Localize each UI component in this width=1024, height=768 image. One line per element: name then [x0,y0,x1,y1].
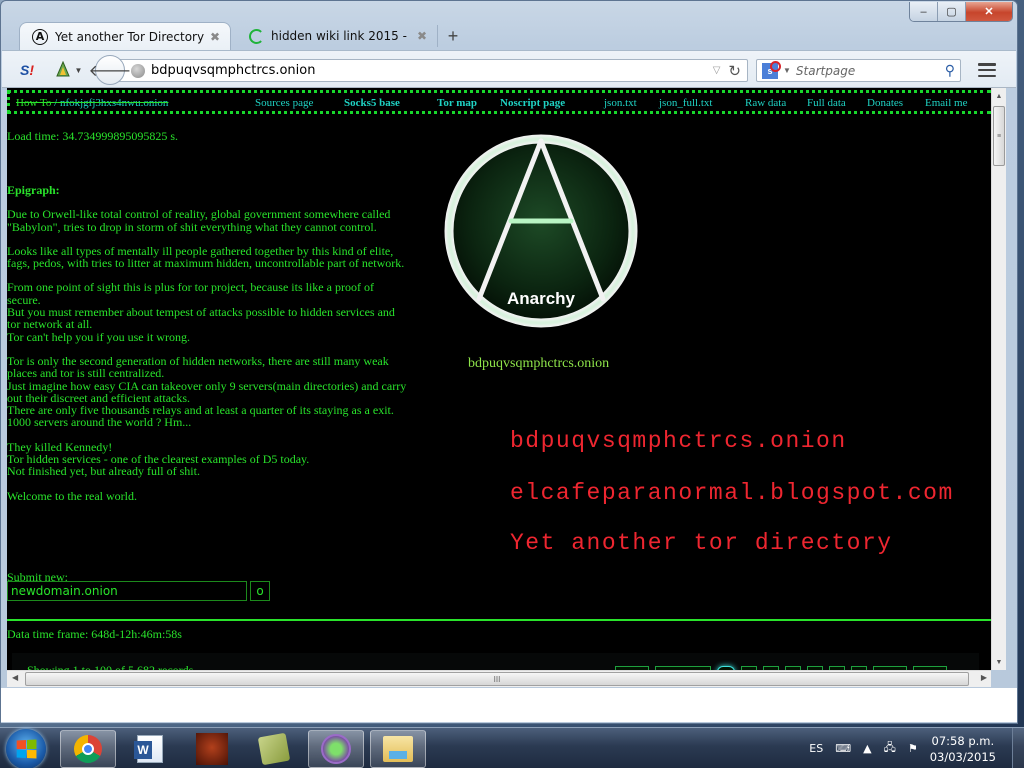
reload-icon[interactable]: ↻ [728,62,741,80]
nav-link-noscript-page[interactable]: Noscript page [500,97,565,109]
nav-link-socks5-base[interactable]: Socks5 base [344,97,400,109]
nav-link-json-full-txt[interactable]: json_full.txt [659,97,712,109]
history-dropdown-icon[interactable]: ▽ [713,65,721,76]
nav-link-raw-data[interactable]: Raw data [745,97,786,109]
tab-close-icon[interactable]: ✖ [417,29,427,43]
loading-spinner-icon [249,28,264,44]
startpage-logo-icon[interactable]: s [762,60,781,79]
search-bar[interactable]: s ▼ Startpage ⚲ [756,59,961,82]
tab-strip: A Yet another Tor Directory /... ✖ hidde… [19,21,468,50]
noscript-addon-icon[interactable]: ▼ [52,60,84,80]
folder-icon [383,736,413,762]
show-hidden-icons-icon[interactable]: ▲ [863,742,871,755]
hamburger-menu-icon[interactable] [976,61,998,79]
nav-link-json-txt[interactable]: json.txt [604,97,637,109]
clock-date: 03/03/2015 [929,749,996,764]
showing-records: Showing 1 to 100 of 5,682 records [27,663,194,670]
action-center-flag-icon[interactable]: ⚑ [908,742,918,755]
search-input[interactable]: Startpage [796,64,945,78]
tor-browser-icon [321,734,351,764]
taskbar: W ES ⌨ ▲ 🖧 ⚑ 07:58 p.m. 03/03/2015 [0,727,1024,768]
nav-link-email-me[interactable]: Email me [925,97,967,109]
how-to-label: How To [16,97,55,109]
show-desktop-button[interactable] [1012,728,1024,768]
tab-close-icon[interactable]: ✖ [210,30,220,44]
data-time-frame: Data time frame: 648d-12h:46m:58s [7,627,182,641]
nav-link-sources-page[interactable]: Sources page [255,97,313,109]
taskbar-green-app[interactable] [246,730,302,768]
taskbar-chrome[interactable] [60,730,116,768]
scroll-right-arrow-icon[interactable]: ▶ [981,673,987,682]
red-tagline: Yet another tor directory [510,530,893,556]
vertical-scroll-thumb[interactable]: ≡ [993,106,1005,166]
globe-icon [131,63,145,78]
horizontal-scroll-thumb[interactable]: III [25,672,969,686]
anarchy-favicon-icon: A [32,28,48,45]
page-viewport: How To / nfokjgfj3hxs4nwu.onion Sources … [7,88,991,670]
red-onion-address: bdpuqvsqmphctrcs.onion [510,428,847,454]
onion-link-label: nfokjgfj3hxs4nwu.onion [57,97,169,109]
url-input[interactable]: bdpuqvsqmphctrcs.onion [151,63,713,78]
taskbar-file-explorer[interactable] [370,730,426,768]
logo-text: Anarchy [507,289,576,308]
chevron-down-icon: ▼ [74,65,83,75]
taskbar-tor-browser[interactable] [308,730,364,768]
epigraph-title: Epigraph: [7,183,60,197]
search-icon[interactable]: ⚲ [945,62,955,79]
system-tray: ES ⌨ ▲ 🖧 ⚑ 07:58 p.m. 03/03/2015 [809,728,1024,768]
paragraph: Tor is only the second generation of hid… [7,353,407,430]
clock-time: 07:58 p.m. [931,733,995,748]
submit-domain-input[interactable] [7,581,247,601]
back-button[interactable]: 🡐 [89,55,131,85]
nav-link-donates[interactable]: Donates [867,97,903,109]
close-window-button[interactable]: ✕ [966,2,1012,21]
browser-bottom-area [1,688,1017,722]
nav-link-tor-map[interactable]: Tor map [437,97,477,109]
nav-link-full-data[interactable]: Full data [807,97,846,109]
freddy-game-icon [196,733,228,765]
start-button[interactable] [6,729,46,768]
paragraph: Due to Orwell-like total control of real… [7,207,391,234]
scroll-left-arrow-icon[interactable]: ◀ [12,673,18,682]
window-controls: – ▢ ✕ [909,2,1013,22]
submit-button[interactable]: o [250,581,270,601]
top-navigation: How To / nfokjgfj3hxs4nwu.onion Sources … [7,90,991,114]
green-app-icon [257,732,291,766]
paragraph: They killed Kennedy! Tor hidden services… [7,439,310,479]
load-time: Load time: 34.734999895095825 s. [7,129,178,143]
tab-yet-another-tor-directory[interactable]: A Yet another Tor Directory /... ✖ [19,22,231,50]
logo-caption: bdpuqvsqmphctrcs.onion [468,356,610,371]
language-indicator[interactable]: ES [809,742,823,755]
maximize-button[interactable]: ▢ [938,2,966,21]
paragraph: Looks like all types of mentally ill peo… [7,243,405,271]
paragraph: From one point of sight this is plus for… [7,280,395,344]
word-icon: W [134,735,163,763]
divider [7,619,991,621]
red-blog-address: elcafeparanormal.blogspot.com [510,480,954,506]
chrome-icon [74,735,102,763]
paragraph: Welcome to the real world. [7,488,137,503]
new-tab-button[interactable]: + [438,22,468,50]
chevron-down-icon[interactable]: ▼ [783,66,791,75]
s-addon-icon[interactable]: S! [16,60,38,80]
tab-hidden-wiki-link[interactable]: hidden wiki link 2015 - Star... ✖ [237,22,437,50]
minimize-button[interactable]: – [910,2,938,21]
vertical-scrollbar[interactable]: ▲ ≡ ▼ [991,88,1006,670]
keyboard-icon[interactable]: ⌨ [835,742,851,755]
how-to-link[interactable]: How To / nfokjgfj3hxs4nwu.onion [16,97,168,109]
scroll-up-arrow-icon[interactable]: ▲ [992,88,1006,104]
network-icon[interactable]: 🖧 [884,739,896,758]
navigation-toolbar: S! ▼ bdpuqvsqmphctrcs.onion ▽ ↻ 🡐 s ▼ St… [2,50,1016,88]
windows-logo-icon [16,739,37,759]
url-bar[interactable]: bdpuqvsqmphctrcs.onion ▽ ↻ [116,59,748,82]
taskbar-fnaf[interactable] [184,730,240,768]
scroll-down-arrow-icon[interactable]: ▼ [992,654,1006,670]
clock[interactable]: 07:58 p.m. 03/03/2015 [930,733,996,765]
tab-title: Yet another Tor Directory /... [55,29,204,44]
anarchy-logo: Anarchy [444,134,638,328]
taskbar-word[interactable]: W [122,730,178,768]
epigraph-section: Epigraph: Due to Orwell-like total contr… [7,184,407,514]
tab-title: hidden wiki link 2015 - Star... [271,29,411,43]
horizontal-scrollbar[interactable]: ◀ III ▶ [7,670,991,687]
